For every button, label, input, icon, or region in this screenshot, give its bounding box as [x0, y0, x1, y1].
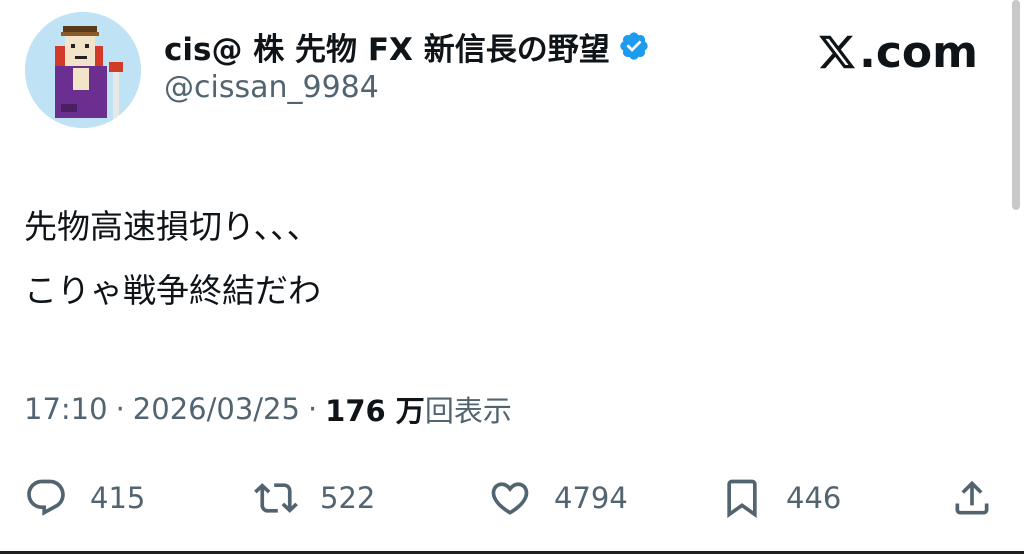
- author-display-name-row[interactable]: cis@ 株 先物 FX 新信長の野望: [164, 24, 650, 68]
- repost-button[interactable]: 522: [254, 470, 375, 526]
- bookmark-button[interactable]: 446: [720, 470, 841, 526]
- action-bar: 415 522 4794 446: [0, 470, 1024, 526]
- author-handle[interactable]: @cissan_9984: [164, 70, 379, 105]
- meta-separator-2: ·: [307, 392, 318, 426]
- brand-domain-text: .com: [859, 26, 978, 78]
- author-display-name[interactable]: cis@ 株 先物 FX 新信長の野望: [164, 24, 610, 69]
- heart-icon: [491, 482, 529, 515]
- reply-count: 415: [90, 481, 146, 515]
- tweet-text: 先物高速損切り、、、 こりゃ戦争終結だわ: [24, 195, 924, 323]
- bookmark-icon: [727, 479, 757, 519]
- like-count: 4794: [554, 481, 628, 515]
- tweet-line-2: こりゃ戦争終結だわ: [24, 271, 321, 310]
- share-icon: [955, 480, 989, 515]
- x-brand-logo: .com: [817, 24, 978, 80]
- tweet-date[interactable]: 2026/03/25: [133, 392, 300, 426]
- share-button[interactable]: [950, 470, 994, 526]
- views-label[interactable]: 回表示: [425, 388, 512, 430]
- repost-count: 522: [320, 481, 376, 515]
- tweet-line-1: 先物高速損切り、、、: [24, 207, 320, 246]
- avatar-pixel-art: [25, 12, 141, 128]
- meta-separator: ·: [115, 392, 125, 426]
- tweet-time[interactable]: 17:10: [24, 392, 108, 426]
- bookmark-count: 446: [786, 481, 842, 515]
- tweet-meta: 17:10 · 2026/03/25 · 176 万 回表示: [24, 387, 512, 431]
- avatar[interactable]: [25, 12, 141, 128]
- views-count[interactable]: 176 万: [325, 388, 425, 430]
- repost-icon: [254, 483, 298, 513]
- x-logo-icon: [819, 35, 856, 69]
- reply-button[interactable]: 415: [24, 470, 145, 526]
- scrollbar[interactable]: [1012, 0, 1020, 210]
- like-button[interactable]: 4794: [488, 470, 628, 526]
- reply-icon: [27, 479, 65, 516]
- verified-badge-icon: [618, 30, 650, 62]
